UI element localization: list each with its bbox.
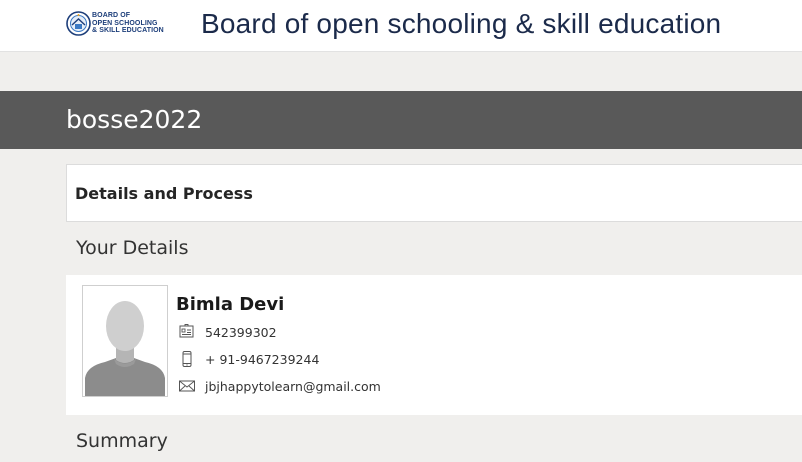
logo-line-3: & SKILL EDUCATION [92, 27, 164, 34]
envelope-icon [179, 380, 195, 392]
top-header: BOARD OF OPEN SCHOOLING & SKILL EDUCATIO… [0, 0, 802, 52]
details-and-process-title: Details and Process [75, 184, 253, 203]
profile-name: Bimla Devi [176, 294, 285, 315]
email-address[interactable]: jbjhappytolearn@gmail.com [205, 379, 381, 394]
profile-panel: Bimla Devi 542399302 + 91-9467239244 jbj… [66, 275, 802, 415]
page-banner: bosse2022 [0, 91, 802, 149]
person-silhouette-icon [83, 286, 167, 396]
site-title: Board of open schooling & skill educatio… [201, 8, 722, 39]
mobile-phone-icon [182, 351, 192, 367]
id-card-icon [179, 324, 194, 338]
logo-line-1: BOARD OF [92, 12, 131, 19]
bosse-logo[interactable]: BOARD OF OPEN SCHOOLING & SKILL EDUCATIO… [66, 11, 178, 39]
bosse-emblem-icon [66, 11, 91, 36]
id-number: 542399302 [205, 325, 277, 340]
phone-number: + 91-9467239244 [205, 352, 320, 367]
avatar [82, 285, 168, 397]
details-and-process-card: Details and Process [66, 164, 802, 222]
your-details-heading: Your Details [76, 237, 189, 259]
logo-line-2: OPEN SCHOOLING [92, 19, 158, 27]
logo-text: BOARD OF OPEN SCHOOLING & SKILL EDUCATIO… [92, 12, 164, 35]
page-title: bosse2022 [66, 105, 203, 134]
summary-heading: Summary [76, 430, 168, 452]
